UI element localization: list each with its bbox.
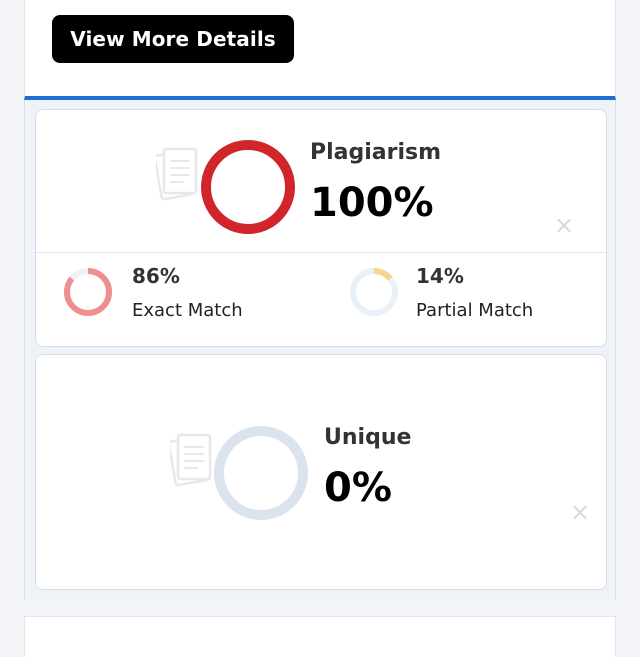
plagiarism-label: Plagiarism	[310, 140, 442, 165]
partial-match-percent: 14%	[416, 264, 464, 288]
divider	[36, 252, 606, 253]
document-icon	[156, 147, 198, 201]
document-icon	[170, 433, 212, 487]
unique-label: Unique	[324, 425, 412, 450]
partial-match-ring	[350, 268, 398, 316]
exact-match-percent: 86%	[132, 264, 180, 288]
details-panel: View More Details	[24, 0, 616, 100]
view-more-details-button[interactable]: View More Details	[52, 15, 294, 63]
plagiarism-card: Plagiarism 100% × 86% Exact Match 14% Pa…	[35, 109, 607, 347]
close-icon[interactable]: ×	[570, 500, 590, 524]
unique-percent: 0%	[324, 465, 392, 511]
exact-match-ring	[64, 268, 112, 316]
results-container: Plagiarism 100% × 86% Exact Match 14% Pa…	[24, 100, 616, 600]
close-icon[interactable]: ×	[554, 213, 574, 237]
exact-match-label: Exact Match	[132, 300, 243, 321]
next-card	[24, 616, 616, 657]
unique-ring	[214, 426, 308, 520]
plagiarism-percent: 100%	[310, 180, 434, 226]
plagiarism-ring	[201, 140, 295, 234]
unique-card: Unique 0% ×	[35, 354, 607, 590]
partial-match-label: Partial Match	[416, 300, 534, 321]
